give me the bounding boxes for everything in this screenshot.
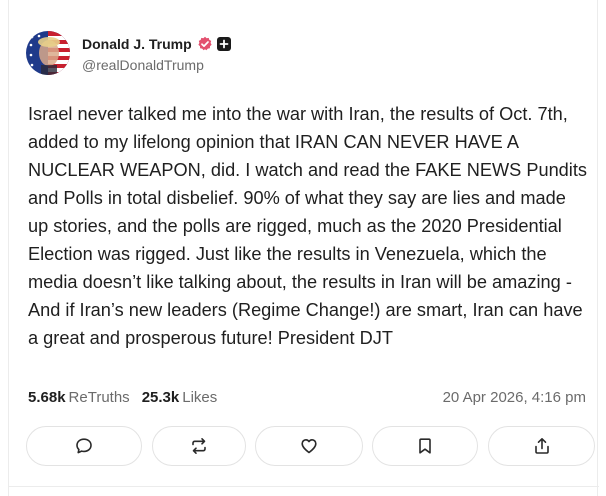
share-button[interactable] (488, 426, 595, 466)
share-icon (534, 438, 549, 454)
author-handle[interactable]: @realDonaldTrump (82, 57, 231, 73)
comment-icon (76, 438, 92, 454)
retruths-stat[interactable]: 5.68k ReTruths (28, 389, 130, 406)
retruths-label: ReTruths (68, 389, 130, 406)
divider (9, 486, 599, 487)
plus-badge-icon (216, 37, 231, 51)
bookmark-icon (419, 438, 431, 454)
post-stats: 5.68k ReTruths 25.3k Likes 20 Apr 2026, 4:… (28, 389, 586, 406)
retruth-button[interactable] (152, 426, 246, 466)
avatar-image (26, 31, 70, 75)
post-timestamp[interactable]: 20 Apr 2026, 4:16 pm (443, 389, 586, 406)
post-header: Donald J. Trump @realDonaldTrump (26, 31, 231, 75)
likes-count: 25.3k (141, 389, 180, 406)
author-display-name[interactable]: Donald J. Trump (82, 36, 192, 52)
retruths-count: 5.68k (28, 389, 66, 406)
verified-badge-icon (197, 36, 213, 52)
heart-icon (301, 439, 317, 454)
likes-stat[interactable]: 25.3k Likes (142, 389, 218, 406)
author-block: Donald J. Trump @realDonaldTrump (82, 35, 231, 73)
reply-button[interactable] (26, 426, 142, 466)
like-button[interactable] (255, 426, 363, 466)
bookmark-button[interactable] (372, 426, 478, 466)
post-text: Israel never talked me into the war with… (28, 104, 587, 348)
likes-label: Likes (182, 389, 218, 406)
repost-icon (192, 438, 206, 454)
avatar[interactable] (26, 31, 70, 75)
post-card: Donald J. Trump @realDonaldTrump Israel … (8, 0, 599, 496)
